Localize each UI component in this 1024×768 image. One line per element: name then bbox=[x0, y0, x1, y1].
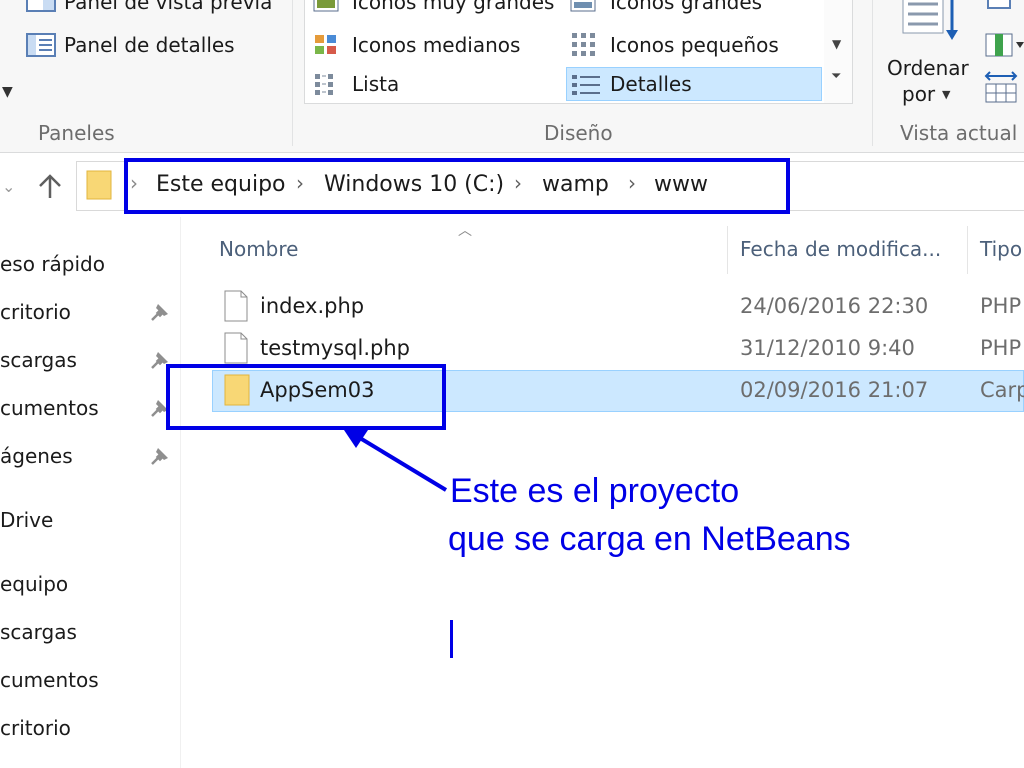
size-columns-icon[interactable] bbox=[984, 70, 1020, 108]
nav-item-pc-downloads[interactable]: scargas bbox=[0, 620, 77, 644]
gallery-expand-icon[interactable]: ⏷ bbox=[831, 69, 841, 84]
extra-large-icons-option[interactable]: Iconos muy grandes bbox=[352, 0, 554, 14]
selected-layout-highlight bbox=[566, 67, 822, 101]
php-file-icon bbox=[224, 332, 248, 368]
sort-by-label-line2[interactable]: por bbox=[902, 82, 935, 106]
details-view-icon bbox=[570, 72, 600, 95]
gallery-scroll-down-icon[interactable]: ▼ bbox=[832, 37, 841, 51]
php-file-icon bbox=[224, 290, 248, 326]
group-separator bbox=[292, 0, 293, 146]
medium-icons-icon bbox=[313, 33, 339, 55]
nav-item-quick-access[interactable]: eso rápido bbox=[0, 252, 105, 276]
large-icons-icon bbox=[570, 0, 596, 14]
sort-by-dropdown-icon[interactable]: ▼ bbox=[942, 88, 950, 101]
group-separator bbox=[872, 0, 873, 146]
small-icons-option[interactable]: Iconos pequeños bbox=[610, 33, 779, 57]
annotation-text-line1: Este es el proyecto bbox=[450, 472, 740, 510]
up-arrow-icon[interactable] bbox=[36, 172, 64, 204]
file-name[interactable]: index.php bbox=[260, 294, 364, 318]
sort-ascending-icon: ︿ bbox=[458, 223, 472, 239]
list-option[interactable]: Lista bbox=[352, 72, 399, 96]
sort-by-icon bbox=[902, 0, 964, 50]
annotation-text-line2: que se carga en NetBeans bbox=[448, 520, 851, 558]
current-view-group-label: Vista actual bbox=[900, 121, 1018, 145]
file-date: 31/12/2010 9:40 bbox=[740, 336, 915, 360]
sort-by-label-line1[interactable]: Ordenar bbox=[887, 56, 969, 80]
address-bar-highlight-box bbox=[124, 158, 790, 214]
pin-icon[interactable] bbox=[148, 302, 170, 324]
large-icons-option[interactable]: Iconos grandes bbox=[610, 0, 762, 14]
ribbon-view-tab: Panel de vista previa Panel de detalles … bbox=[0, 0, 1024, 153]
details-pane-icon bbox=[26, 33, 56, 57]
nav-item-this-pc[interactable]: equipo bbox=[0, 572, 68, 596]
column-header-name[interactable]: Nombre bbox=[219, 237, 298, 261]
nav-item-desktop[interactable]: critorio bbox=[0, 300, 71, 324]
column-divider[interactable] bbox=[967, 226, 968, 274]
preview-pane-button[interactable]: Panel de vista previa bbox=[64, 0, 272, 14]
nav-item-onedrive[interactable]: Drive bbox=[0, 508, 53, 532]
folder-icon bbox=[86, 170, 114, 204]
medium-icons-option[interactable]: Iconos medianos bbox=[352, 33, 520, 57]
group-by-icon[interactable] bbox=[986, 0, 1016, 18]
nav-item-pc-desktop[interactable]: critorio bbox=[0, 716, 71, 740]
details-pane-button[interactable]: Panel de detalles bbox=[64, 33, 235, 57]
annotation-arrow-icon bbox=[342, 427, 448, 492]
navigation-pane-dropdown-icon[interactable]: ▼ bbox=[2, 84, 13, 100]
panes-group-label: Paneles bbox=[38, 121, 115, 145]
layout-group-label: Diseño bbox=[544, 121, 613, 145]
column-header-type[interactable]: Tipo bbox=[980, 237, 1022, 261]
file-date: 02/09/2016 21:07 bbox=[740, 378, 929, 402]
text-cursor bbox=[450, 620, 453, 658]
layout-gallery-scroll[interactable]: ▼ ⏷ bbox=[824, 0, 853, 104]
column-divider[interactable] bbox=[727, 226, 728, 274]
pin-icon[interactable] bbox=[148, 446, 170, 468]
file-date: 24/06/2016 22:30 bbox=[740, 294, 929, 318]
nav-item-pictures[interactable]: ágenes bbox=[0, 444, 73, 468]
list-icon bbox=[313, 72, 339, 95]
extra-large-icons-icon bbox=[313, 0, 339, 14]
recent-locations-chevron-icon[interactable]: ⌄ bbox=[2, 177, 15, 196]
file-type: Carp bbox=[980, 378, 1024, 402]
file-type: PHP bbox=[980, 294, 1022, 318]
details-option[interactable]: Detalles bbox=[610, 72, 692, 96]
column-header-date[interactable]: Fecha de modifica... bbox=[740, 237, 941, 261]
nav-item-documents[interactable]: cumentos bbox=[0, 396, 99, 420]
file-name[interactable]: testmysql.php bbox=[260, 336, 410, 360]
nav-item-downloads[interactable]: scargas bbox=[0, 348, 77, 372]
add-columns-icon[interactable] bbox=[984, 30, 1024, 64]
preview-pane-icon bbox=[26, 0, 56, 12]
file-type: PHP bbox=[980, 336, 1022, 360]
nav-item-pc-documents[interactable]: cumentos bbox=[0, 668, 99, 692]
small-icons-icon bbox=[570, 31, 596, 56]
